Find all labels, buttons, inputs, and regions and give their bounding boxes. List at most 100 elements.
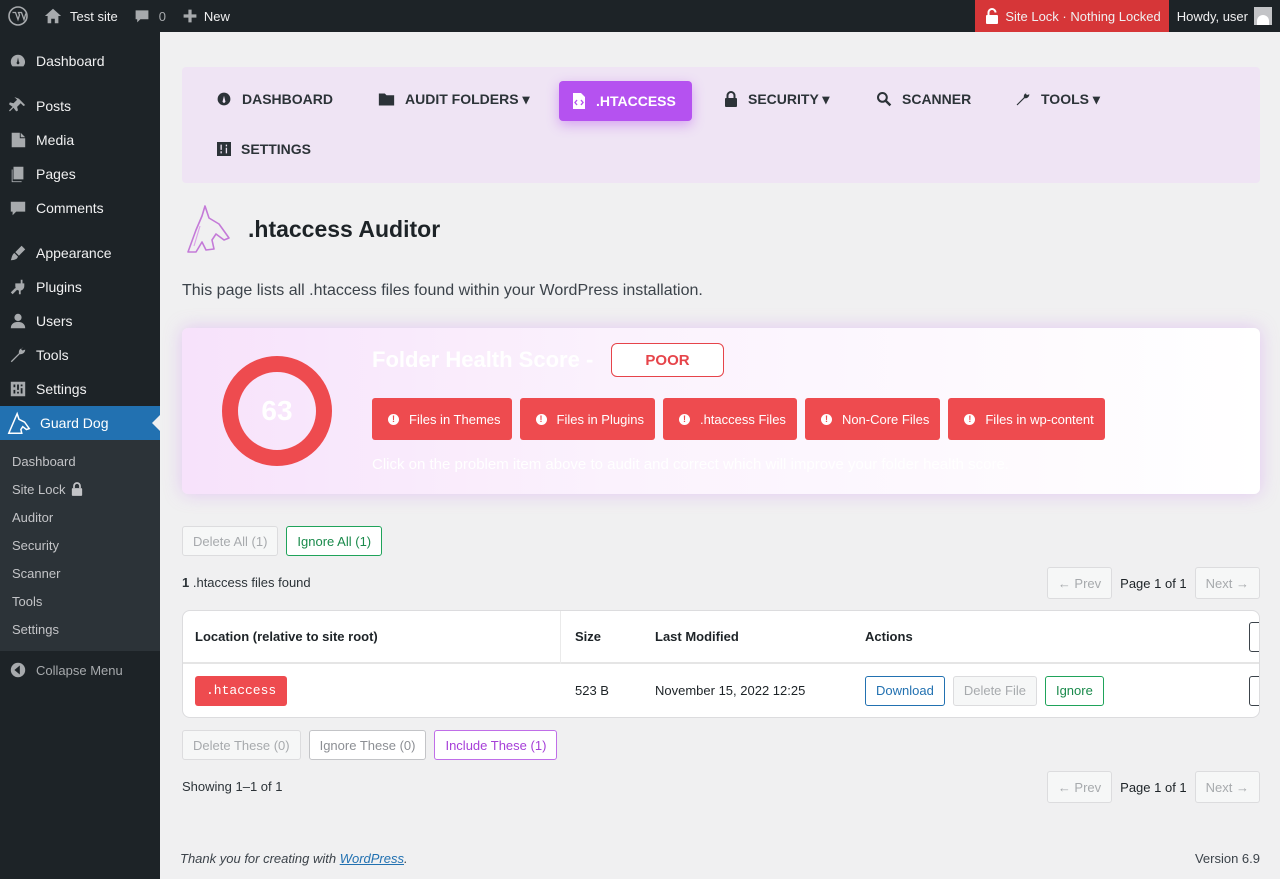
sidebar-item-label: Pages [36, 166, 76, 182]
problem-htaccess-files[interactable]: ! .htaccess Files [662, 398, 797, 440]
nav-settings[interactable]: SETTINGS [204, 129, 324, 169]
ignore-all-button[interactable]: Ignore All (1) [286, 526, 383, 556]
health-rating-badge: POOR [611, 343, 724, 377]
delete-these-button[interactable]: Delete These (0) [182, 730, 301, 760]
collapse-menu-button[interactable]: Collapse Menu [0, 653, 160, 687]
next-page-button[interactable]: Next → [1194, 771, 1260, 803]
nav-label: AUDIT FOLDERS ▾ [405, 90, 530, 107]
problem-label: Non-Core Files [841, 411, 930, 427]
sidebar-item-plugins[interactable]: Plugins [0, 270, 160, 304]
sidebar-item-settings[interactable]: Settings [0, 372, 160, 406]
footer-version: Version 6.9 [1194, 851, 1260, 866]
prev-page-button[interactable]: ← Prev [1046, 771, 1113, 803]
page-header: .htaccess Auditor [182, 202, 440, 256]
site-name-link[interactable]: Test site [36, 0, 126, 32]
pin-icon [8, 96, 28, 116]
problem-non-core-files[interactable]: ! Non-Core Files [804, 398, 941, 440]
nav-label: .HTACCESS [596, 93, 676, 109]
sidebar-item-label: Posts [36, 98, 72, 114]
submenu-label: Site Lock [12, 481, 66, 497]
download-button[interactable]: Download [865, 675, 945, 706]
new-content-link[interactable]: New [174, 0, 238, 32]
prev-page-button[interactable]: ← Prev [1046, 567, 1113, 599]
column-header-actions: Actions [865, 629, 913, 644]
sliders-icon [217, 142, 231, 156]
submenu-security[interactable]: Security [0, 531, 160, 559]
file-location-badge[interactable]: .htaccess [195, 675, 288, 706]
main-content: DASHBOARD AUDIT FOLDERS ▾ .HTACCESS SECU… [160, 32, 1280, 879]
submenu-auditor[interactable]: Auditor [0, 503, 160, 531]
sidebar-item-label: Users [36, 313, 73, 329]
submenu-dashboard[interactable]: Dashboard [0, 447, 160, 475]
page-description: This page lists all .htaccess files foun… [182, 282, 703, 299]
delete-file-button[interactable]: Delete File [952, 675, 1037, 706]
nav-audit-folders[interactable]: AUDIT FOLDERS ▾ [365, 79, 542, 119]
wrench-icon [8, 345, 28, 365]
sidebar-item-comments[interactable]: Comments [0, 191, 160, 225]
sidebar-item-users[interactable]: Users [0, 304, 160, 338]
admin-bar: Test site 0 New Site Lock · Nothing Lock… [0, 0, 1280, 32]
wordpress-link[interactable]: WordPress [340, 851, 404, 866]
next-page-button[interactable]: Next → [1194, 567, 1260, 599]
nav-label: SECURITY ▾ [748, 90, 830, 107]
sidebar-item-pages[interactable]: Pages [0, 157, 160, 191]
nav-dashboard[interactable]: DASHBOARD [203, 79, 346, 119]
delete-all-button[interactable]: Delete All (1) [182, 526, 279, 556]
problem-files-in-plugins[interactable]: ! Files in Plugins [519, 398, 655, 440]
avatar [1254, 7, 1272, 25]
sidebar-item-guard-dog[interactable]: Guard Dog [0, 406, 160, 440]
select-all-checkbox[interactable] [1249, 611, 1259, 662]
sidebar-item-media[interactable]: Media [0, 123, 160, 157]
health-score-value: 63 [261, 395, 293, 426]
sidebar-item-posts[interactable]: Posts [0, 89, 160, 123]
row-checkbox[interactable] [1249, 664, 1259, 717]
submenu-scanner[interactable]: Scanner [0, 559, 160, 587]
submenu-site-lock[interactable]: Site Lock [0, 475, 160, 503]
dashboard-icon [217, 92, 231, 106]
nav-scanner[interactable]: SCANNER [863, 79, 984, 119]
problem-label: Files in Themes [409, 411, 501, 427]
pagination-top: ← Prev Page 1 of 1 Next → [1046, 567, 1260, 599]
search-icon [877, 92, 892, 107]
lock-icon [72, 482, 83, 496]
sidebar-item-appearance[interactable]: Appearance [0, 236, 160, 270]
nav-htaccess[interactable]: .HTACCESS [559, 81, 692, 121]
site-lock-status[interactable]: Site Lock · Nothing Locked [975, 0, 1169, 32]
submenu-tools[interactable]: Tools [0, 587, 160, 615]
plug-icon [8, 277, 28, 297]
lock-icon [986, 8, 999, 24]
page-indicator: Page 1 of 1 [1120, 575, 1187, 591]
submenu-settings[interactable]: Settings [0, 615, 160, 643]
folder-icon [378, 93, 395, 105]
footer-thanks: Thank you for creating with WordPress. [180, 851, 408, 866]
alert-icon: ! [535, 413, 547, 425]
ignore-these-button[interactable]: Ignore These (0) [308, 730, 427, 760]
problem-files-in-wp-content[interactable]: ! Files in wp-content [948, 398, 1105, 440]
health-title: Folder Health Score - [372, 347, 594, 372]
nav-label: DASHBOARD [242, 91, 333, 107]
ignore-button[interactable]: Ignore [1044, 675, 1104, 706]
plugin-nav: DASHBOARD AUDIT FOLDERS ▾ .HTACCESS SECU… [182, 67, 1260, 183]
dashboard-icon [8, 51, 28, 71]
comment-icon [135, 10, 149, 23]
my-account[interactable]: Howdy, user [1169, 0, 1280, 32]
sidebar-item-label: Dashboard [36, 53, 105, 69]
site-name-label: Test site [70, 8, 118, 24]
comments-link[interactable]: 0 [126, 0, 174, 32]
column-header-size: Size [575, 629, 602, 644]
comments-count: 0 [158, 8, 166, 24]
nav-tools[interactable]: TOOLS ▾ [1002, 79, 1113, 119]
include-these-button[interactable]: Include These (1) [434, 730, 558, 760]
site-lock-label: Site Lock · Nothing Locked [1005, 8, 1161, 24]
pages-icon [8, 164, 28, 184]
home-icon [44, 8, 62, 24]
alert-icon: ! [820, 413, 832, 425]
sidebar-item-tools[interactable]: Tools [0, 338, 160, 372]
nav-security[interactable]: SECURITY ▾ [711, 79, 842, 119]
sidebar-item-dashboard[interactable]: Dashboard [0, 44, 160, 78]
sidebar-item-label: Guard Dog [40, 415, 109, 431]
problem-items: ! Files in Themes ! Files in Plugins ! .hta… [372, 398, 1105, 440]
page-indicator: Page 1 of 1 [1120, 779, 1187, 795]
problem-files-in-themes[interactable]: ! Files in Themes [372, 398, 512, 440]
wordpress-logo-icon[interactable] [0, 0, 36, 32]
